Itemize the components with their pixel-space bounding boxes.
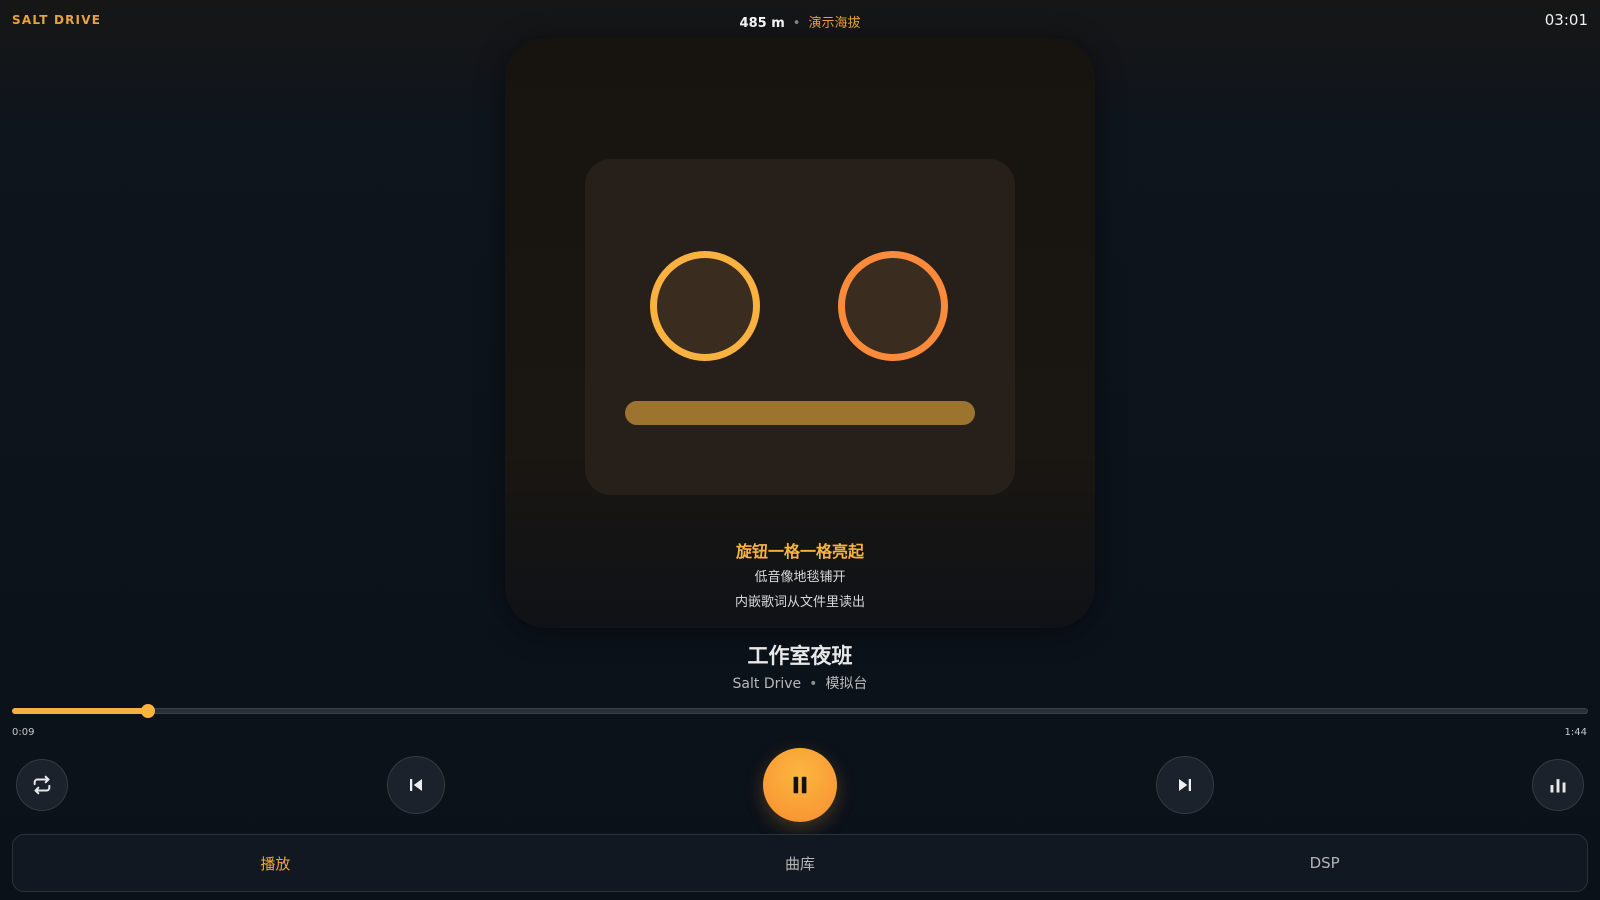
track-title: 工作室夜班 xyxy=(747,644,853,668)
altitude-label: 演示海拔 xyxy=(808,16,861,31)
bottom-tab-bar: 播放 曲库 DSP xyxy=(12,834,1588,892)
progress-fill xyxy=(12,708,149,714)
lyric-next-line: 内嵌歌词从文件里读出 xyxy=(734,595,865,610)
repeat-icon xyxy=(31,774,53,796)
total-time: 1:44 xyxy=(1564,727,1587,738)
status-separator: • xyxy=(792,16,801,31)
altitude-status: 485 m • 演示海拔 xyxy=(0,12,1600,31)
skip-previous-icon xyxy=(407,776,425,794)
track-meta: Salt Drive • 模拟台 xyxy=(0,673,1600,693)
album-art-panel xyxy=(505,38,1095,628)
next-track-button[interactable] xyxy=(1156,756,1214,814)
elapsed-time: 0:09 xyxy=(12,727,35,738)
progress-slider[interactable] xyxy=(12,704,1588,718)
progress-thumb[interactable] xyxy=(141,704,156,718)
lyrics-panel: 旋钮一格一格亮起 低音像地毯铺开 内嵌歌词从文件里读出 xyxy=(505,542,1095,612)
tab-dsp[interactable]: DSP xyxy=(1062,835,1587,891)
repeat-button[interactable] xyxy=(16,759,68,811)
altitude-value: 485 m xyxy=(739,16,785,31)
top-bar: SALT DRIVE 485 m • 演示海拔 03:01 xyxy=(0,0,1600,40)
equalizer-button[interactable] xyxy=(1532,759,1584,811)
left-knob-graphic xyxy=(650,251,760,361)
fader-bar-graphic xyxy=(625,401,975,425)
tab-library[interactable]: 曲库 xyxy=(538,835,1063,891)
pause-icon xyxy=(789,774,811,796)
play-pause-button[interactable] xyxy=(763,748,837,822)
clock: 03:01 xyxy=(1544,11,1588,29)
right-knob-graphic xyxy=(838,251,948,361)
album-art xyxy=(585,159,1015,495)
equalizer-icon xyxy=(1548,775,1568,795)
previous-track-button[interactable] xyxy=(387,756,445,814)
lyric-current-line: 旋钮一格一格亮起 xyxy=(735,542,864,561)
lyric-next-line: 低音像地毯铺开 xyxy=(754,570,846,585)
track-artist: Salt Drive xyxy=(732,676,802,692)
tab-play[interactable]: 播放 xyxy=(13,835,538,891)
track-album: 模拟台 xyxy=(825,676,868,692)
progress-track[interactable] xyxy=(12,708,1588,714)
meta-separator: • xyxy=(809,676,818,692)
skip-next-icon xyxy=(1176,776,1194,794)
